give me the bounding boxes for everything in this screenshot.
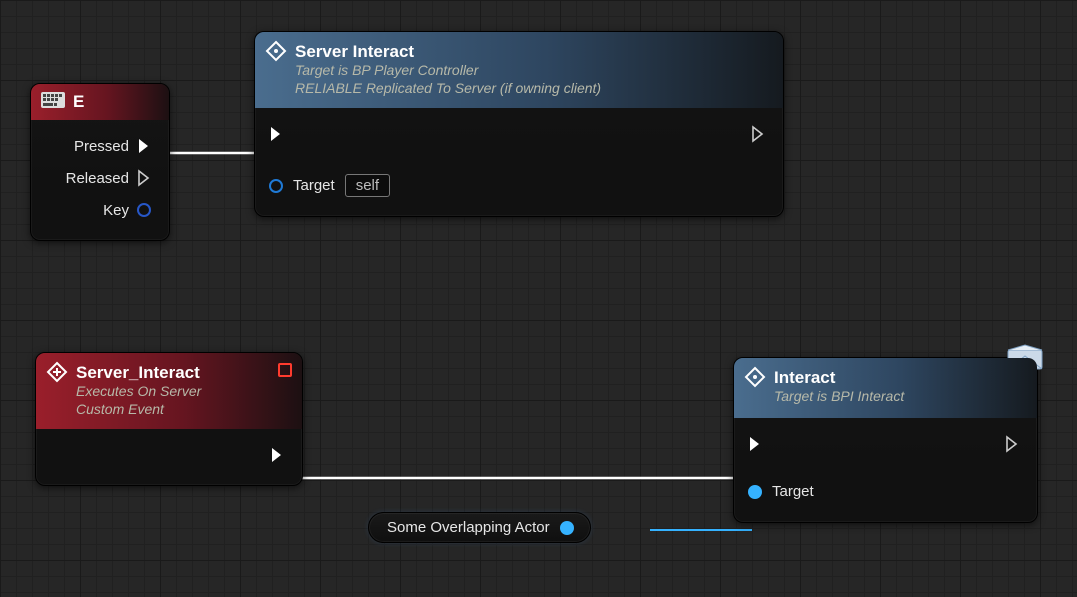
exec-out-pressed[interactable] <box>137 137 155 155</box>
exec-in[interactable] <box>269 125 287 143</box>
exec-out-released[interactable] <box>137 169 155 187</box>
variable-label: Some Overlapping Actor <box>387 519 550 536</box>
node-input-key-e[interactable]: E Pressed Released Key <box>30 83 170 241</box>
node-title: E <box>73 92 157 112</box>
exec-in[interactable] <box>748 435 766 453</box>
node-variable-get-actor[interactable]: Some Overlapping Actor <box>368 512 591 543</box>
data-out-actor[interactable] <box>560 521 574 535</box>
function-icon <box>744 366 766 388</box>
exec-out[interactable] <box>270 446 288 464</box>
keyboard-icon <box>41 92 65 108</box>
node-title: Interact <box>774 368 1025 388</box>
event-icon <box>46 361 68 383</box>
node-subtitle-1: Target is BP Player Controller <box>295 62 771 80</box>
pin-label-target: Target <box>772 483 814 500</box>
node-subtitle-2: Custom Event <box>76 401 290 417</box>
node-subtitle-2: RELIABLE Replicated To Server (if owning… <box>295 80 771 96</box>
pin-label-released: Released <box>45 170 129 187</box>
data-in-target[interactable] <box>748 485 762 499</box>
target-self-value[interactable]: self <box>345 174 390 197</box>
pin-label-target: Target <box>293 177 335 194</box>
node-subtitle: Target is BPI Interact <box>774 388 1025 406</box>
node-subtitle-1: Executes On Server <box>76 383 290 401</box>
node-interact[interactable]: Interact Target is BPI Interact Target <box>733 357 1038 523</box>
pin-label-pressed: Pressed <box>45 138 129 155</box>
exec-out[interactable] <box>751 125 769 143</box>
function-icon <box>265 40 287 62</box>
replication-indicator-icon <box>278 363 292 377</box>
node-server-interact-call[interactable]: Server Interact Target is BP Player Cont… <box>254 31 784 217</box>
node-server-interact-event[interactable]: Server_Interact Executes On Server Custo… <box>35 352 303 486</box>
data-out-key[interactable] <box>137 203 151 217</box>
node-title: Server Interact <box>295 42 771 62</box>
node-title: Server_Interact <box>76 363 290 383</box>
pin-label-key: Key <box>45 202 129 219</box>
exec-out[interactable] <box>1005 435 1023 453</box>
data-in-target[interactable] <box>269 179 283 193</box>
